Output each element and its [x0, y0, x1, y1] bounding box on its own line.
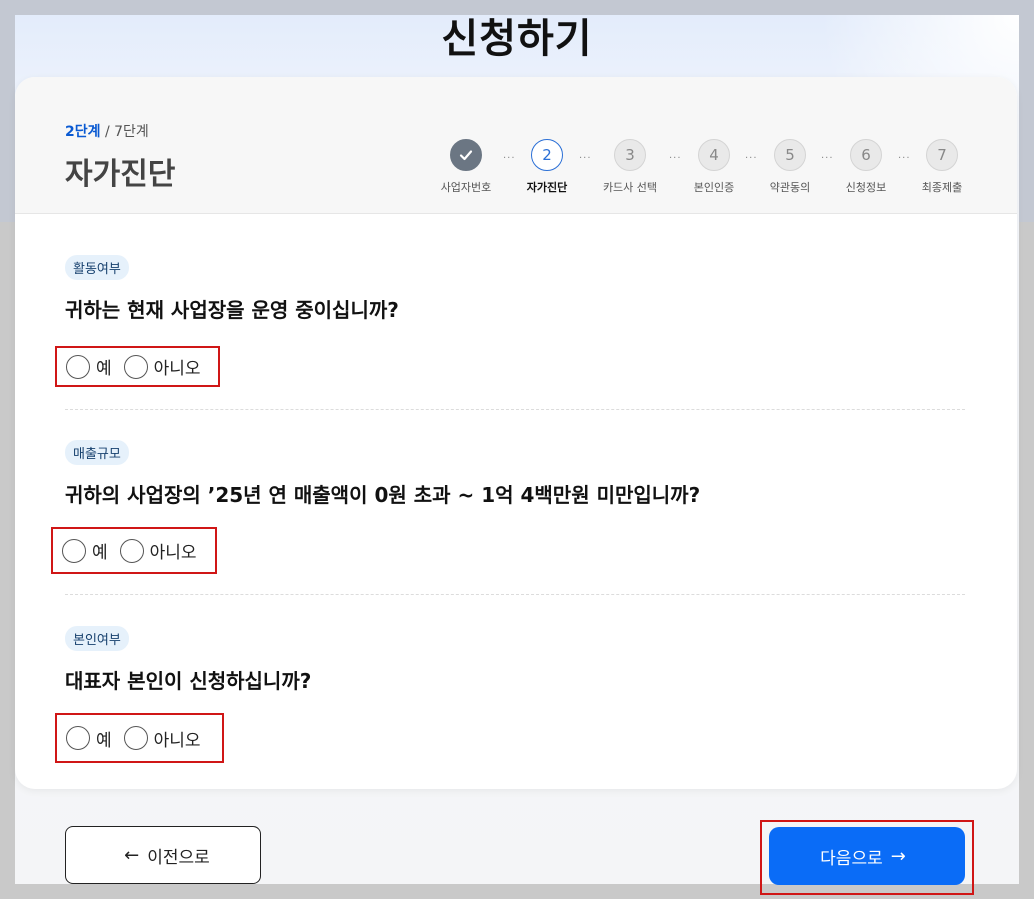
radio-option-no[interactable]: 아니오 — [123, 354, 201, 379]
current-step: 2단계 — [65, 124, 101, 140]
step-5-label: 약관동의 — [769, 181, 811, 194]
radio-option-yes[interactable]: 예 — [66, 354, 112, 379]
question-tag: 본인여부 — [65, 626, 129, 651]
step-2-label: 자가진단 — [526, 181, 568, 194]
prev-button-label: 이전으로 — [147, 847, 210, 868]
radio-option-no[interactable]: 아니오 — [119, 538, 197, 563]
radio-label: 아니오 — [153, 730, 201, 751]
arrow-right-icon: → — [890, 845, 906, 867]
page-title: 신청하기 — [441, 16, 593, 62]
question-text: 귀하는 현재 사업장을 운영 중이십니까? — [65, 298, 399, 322]
radio-label: 예 — [92, 543, 108, 563]
step-3-circle: 3 — [614, 139, 646, 171]
radio-button[interactable] — [66, 726, 90, 750]
radio-button[interactable] — [62, 538, 86, 563]
question-tag: 매출규모 — [65, 440, 129, 465]
radio-label: 예 — [96, 359, 112, 379]
card-header: 2단계 / 7단계 자가진단 사업자번호 ··· 2 자가진단 ··· 3 카드… — [15, 77, 1017, 214]
step-6: 6 신청정보 — [826, 139, 906, 195]
step-3: 3 카드사 선택 — [590, 139, 670, 195]
application-card: 2단계 / 7단계 자가진단 사업자번호 ··· 2 자가진단 ··· 3 카드… — [15, 77, 1017, 789]
radio-group-identity: 예 아니오 — [55, 713, 224, 763]
step-7-label: 최종제출 — [921, 181, 963, 194]
question-tag: 활동여부 — [65, 255, 129, 280]
radio-button[interactable] — [66, 354, 90, 379]
step-4: 4 본인인증 — [674, 139, 754, 195]
step-6-label: 신청정보 — [845, 181, 887, 194]
divider — [65, 409, 965, 410]
next-button[interactable]: 다음으로 → — [769, 827, 965, 885]
radio-option-yes[interactable]: 예 — [62, 538, 108, 563]
step-5: 5 약관동의 — [750, 139, 830, 195]
step-2-circle: 2 — [531, 139, 563, 171]
radio-group-revenue: 예 아니오 — [51, 527, 217, 574]
step-4-label: 본인인증 — [693, 181, 735, 194]
step-1-circle — [450, 139, 482, 171]
stepper: 사업자번호 ··· 2 자가진단 ··· 3 카드사 선택 ··· 4 본인인증… — [15, 139, 1017, 199]
step-1-label: 사업자번호 — [440, 181, 492, 194]
question-identity: 본인여부 대표자 본인이 신청하십니까? — [65, 626, 965, 694]
check-icon — [459, 150, 473, 161]
radio-group-activity: 예 아니오 — [55, 346, 220, 387]
question-revenue: 매출규모 귀하의 사업장의 ’25년 연 매출액이 0원 초과 ~ 1억 4백만… — [65, 440, 965, 508]
radio-option-yes[interactable]: 예 — [66, 726, 112, 751]
prev-button[interactable]: ← 이전으로 — [65, 826, 261, 884]
step-separator: / — [100, 124, 115, 140]
radio-label: 아니오 — [153, 359, 201, 379]
step-6-circle: 6 — [850, 139, 882, 171]
step-2: 2 자가진단 — [507, 139, 587, 195]
radio-label: 예 — [96, 730, 112, 751]
step-counter: 2단계 / 7단계 — [65, 121, 149, 141]
total-steps: 7단계 — [114, 124, 149, 140]
radio-option-no[interactable]: 아니오 — [123, 726, 201, 751]
radio-label: 아니오 — [149, 543, 197, 563]
step-5-circle: 5 — [774, 139, 806, 171]
radio-button[interactable] — [123, 726, 148, 750]
next-button-label: 다음으로 — [820, 848, 883, 869]
question-activity: 활동여부 귀하는 현재 사업장을 운영 중이십니까? — [65, 255, 965, 323]
radio-button[interactable] — [123, 354, 148, 379]
step-7-circle: 7 — [926, 139, 958, 171]
arrow-left-icon: ← — [124, 844, 140, 866]
radio-button[interactable] — [119, 538, 144, 563]
step-3-label: 카드사 선택 — [602, 181, 658, 194]
step-1: 사업자번호 — [426, 139, 506, 195]
question-text: 대표자 본인이 신청하십니까? — [65, 669, 312, 693]
divider — [65, 594, 965, 595]
step-7: 7 최종제출 — [902, 139, 982, 195]
question-text: 귀하의 사업장의 ’25년 연 매출액이 0원 초과 ~ 1억 4백만원 미만입… — [65, 483, 701, 507]
step-4-circle: 4 — [698, 139, 730, 171]
